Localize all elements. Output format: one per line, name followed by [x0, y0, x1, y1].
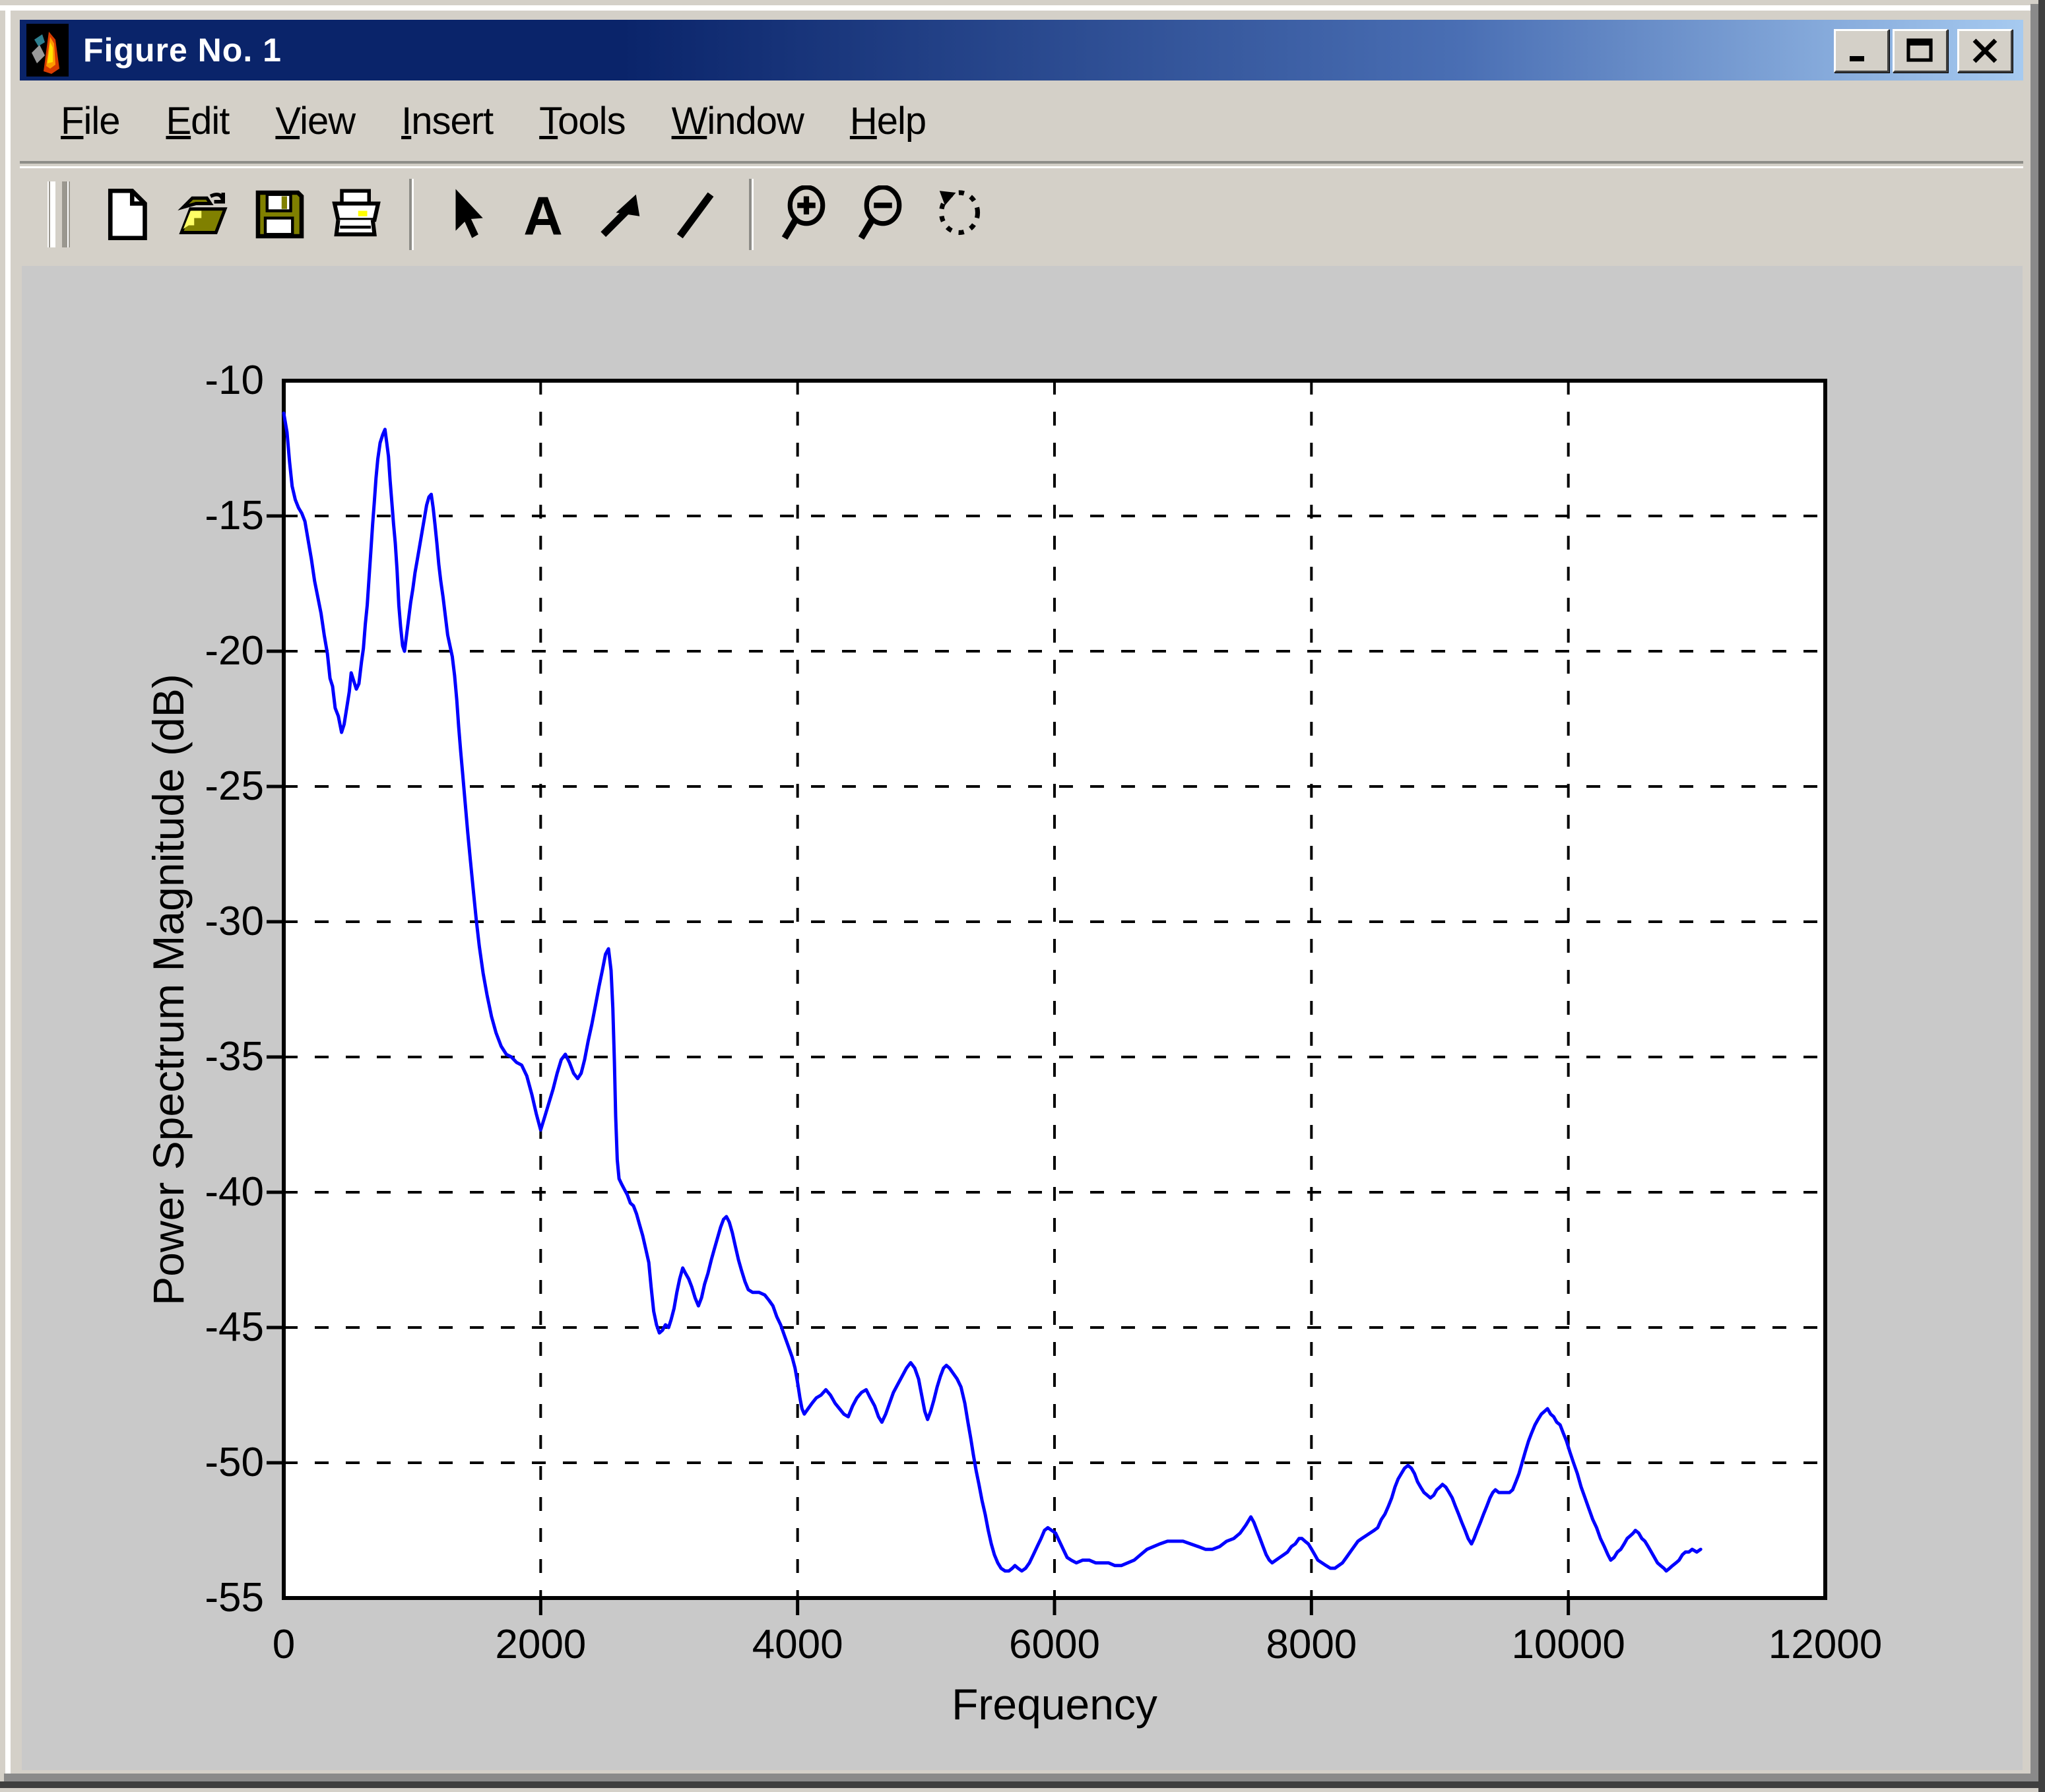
x-tick-label-2000: 2000: [422, 1620, 659, 1669]
x-tick-label-8000: 8000: [1192, 1620, 1430, 1669]
text-tool-button[interactable]: A: [513, 180, 573, 249]
y-tick-label--10: -10: [119, 354, 264, 407]
figure-window: Figure No. 1 File Edit View Insert Tools Wind…: [0, 0, 2045, 1792]
y-tick-label--35: -35: [119, 1031, 264, 1083]
x-tick-label-0: 0: [165, 1620, 403, 1669]
new-figure-button[interactable]: [96, 180, 157, 249]
arrow-annotation-button[interactable]: [589, 180, 650, 249]
rotate3d-icon: [930, 185, 989, 243]
y-tick-label--20: -20: [119, 625, 264, 678]
window-border: [5, 5, 11, 1787]
new-document-icon: [98, 185, 156, 243]
x-tick-label-4000: 4000: [679, 1620, 917, 1669]
x-tick-label-12000: 12000: [1706, 1620, 1944, 1669]
line-annotation-button[interactable]: [666, 180, 727, 249]
svg-text:A: A: [523, 185, 563, 243]
y-tick-label--55: -55: [119, 1572, 264, 1624]
print-icon: [327, 185, 385, 243]
pointer-tool-button[interactable]: [436, 180, 497, 249]
save-icon: [251, 185, 309, 243]
text-tool-icon: A: [514, 185, 572, 243]
minimize-icon: [1844, 36, 1879, 65]
menu-item-edit[interactable]: Edit: [166, 99, 229, 143]
close-icon: [1968, 36, 2002, 65]
title-bar[interactable]: Figure No. 1: [20, 20, 2023, 80]
zoom-out-button[interactable]: [853, 180, 913, 249]
toolbar-separator: [409, 179, 414, 250]
menu-item-window[interactable]: Window: [672, 99, 804, 143]
y-tick-label--30: -30: [119, 895, 264, 948]
maximize-button[interactable]: [1893, 29, 1948, 73]
minimize-button[interactable]: [1834, 29, 1889, 73]
menu-item-insert[interactable]: Insert: [401, 99, 493, 143]
open-folder-icon: [174, 185, 232, 243]
plot-area: [22, 266, 2023, 1770]
toolbar-grip[interactable]: [48, 181, 70, 247]
toolbar: A: [20, 166, 2023, 261]
menu-item-view[interactable]: View: [275, 99, 355, 143]
menu-bar: File Edit View Insert Tools Window Help: [20, 80, 2023, 164]
window-border: [4, 1774, 2041, 1781]
menu-item-tools[interactable]: Tools: [539, 99, 625, 143]
y-tick-label--45: -45: [119, 1301, 264, 1354]
menu-item-help[interactable]: Help: [850, 99, 926, 143]
x-axis-label: Frequency: [952, 1679, 1157, 1729]
rotate-3d-button[interactable]: [929, 180, 990, 249]
zoom-in-icon: [777, 185, 835, 243]
y-tick-label--40: -40: [119, 1166, 264, 1219]
window-border: [2038, 0, 2045, 1792]
x-tick-label-6000: 6000: [936, 1620, 1173, 1669]
window-controls: [1834, 29, 2013, 73]
window-border: [0, 5, 2045, 11]
y-tick-label--25: -25: [119, 760, 264, 813]
menu-item-file[interactable]: File: [61, 99, 119, 143]
maximize-icon: [1903, 36, 1937, 65]
figure-canvas: Frequency Power Spectrum Magnitude (dB) …: [22, 266, 2023, 1770]
zoom-in-button[interactable]: [776, 180, 837, 249]
line-annotation-icon: [667, 185, 725, 243]
close-button[interactable]: [1957, 29, 2013, 73]
window-border: [2030, 4, 2038, 1777]
toolbar-separator: [749, 179, 754, 250]
save-figure-button[interactable]: [249, 180, 310, 249]
y-tick-label--15: -15: [119, 490, 264, 542]
print-figure-button[interactable]: [326, 180, 387, 249]
window-title: Figure No. 1: [83, 31, 282, 69]
window-border: [0, 1781, 2045, 1788]
pointer-icon: [438, 185, 496, 243]
open-file-button[interactable]: [173, 180, 234, 249]
matlab-logo-icon[interactable]: [26, 24, 69, 77]
y-tick-label--50: -50: [119, 1436, 264, 1489]
arrow-annotation-icon: [591, 185, 649, 243]
zoom-out-icon: [854, 185, 912, 243]
x-tick-label-10000: 10000: [1450, 1620, 1687, 1669]
